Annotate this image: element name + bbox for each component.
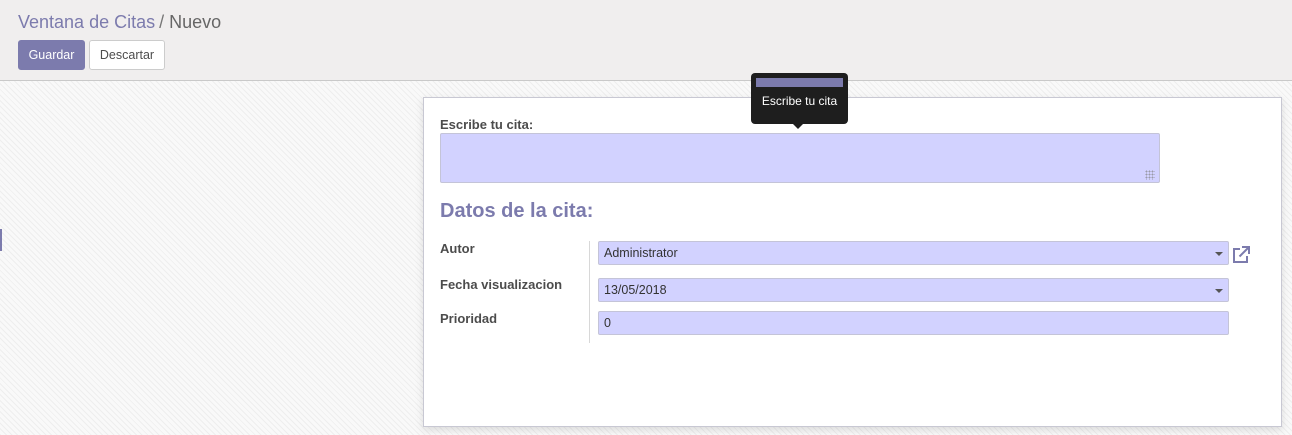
section-title: Datos de la cita:	[440, 200, 594, 222]
control-panel: Ventana de Citas / Nuevo Guardar Descartar	[0, 0, 1292, 81]
breadcrumb: Ventana de Citas / Nuevo	[18, 11, 221, 33]
priority-label: Prioridad	[440, 311, 498, 326]
display-date-label: Fecha visualizacion	[440, 277, 563, 292]
author-select[interactable]: Administrator	[598, 241, 1229, 265]
breadcrumb-current: Nuevo	[169, 12, 222, 32]
left-edge-marker	[0, 229, 2, 251]
discard-button[interactable]: Descartar	[89, 40, 165, 70]
breadcrumb-separator: /	[159, 12, 165, 32]
breadcrumb-parent-link[interactable]: Ventana de Citas	[18, 12, 155, 32]
author-label: Autor	[440, 241, 475, 256]
save-button[interactable]: Guardar	[18, 40, 85, 70]
field-divider	[589, 241, 590, 343]
priority-input[interactable]: 0	[598, 311, 1229, 335]
display-date-value: 13/05/2018	[604, 283, 667, 297]
tooltip-text: Escribe tu cita	[761, 94, 838, 108]
quote-label: Escribe tu cita:	[440, 117, 534, 132]
author-value: Administrator	[604, 246, 678, 260]
tooltip-arrow	[793, 124, 803, 129]
caret-down-icon[interactable]	[1215, 252, 1223, 256]
priority-value: 0	[604, 316, 611, 330]
resize-grip-icon[interactable]	[1145, 170, 1155, 180]
tooltip-title-bar	[756, 78, 843, 87]
display-date-select[interactable]: 13/05/2018	[598, 278, 1229, 302]
tooltip: Escribe tu cita	[751, 73, 848, 129]
caret-down-icon[interactable]	[1215, 289, 1223, 293]
external-link-icon[interactable]	[1231, 245, 1251, 265]
quote-textarea[interactable]	[440, 133, 1160, 183]
form-sheet: Escribe tu cita: Datos de la cita: Autor…	[423, 97, 1282, 427]
